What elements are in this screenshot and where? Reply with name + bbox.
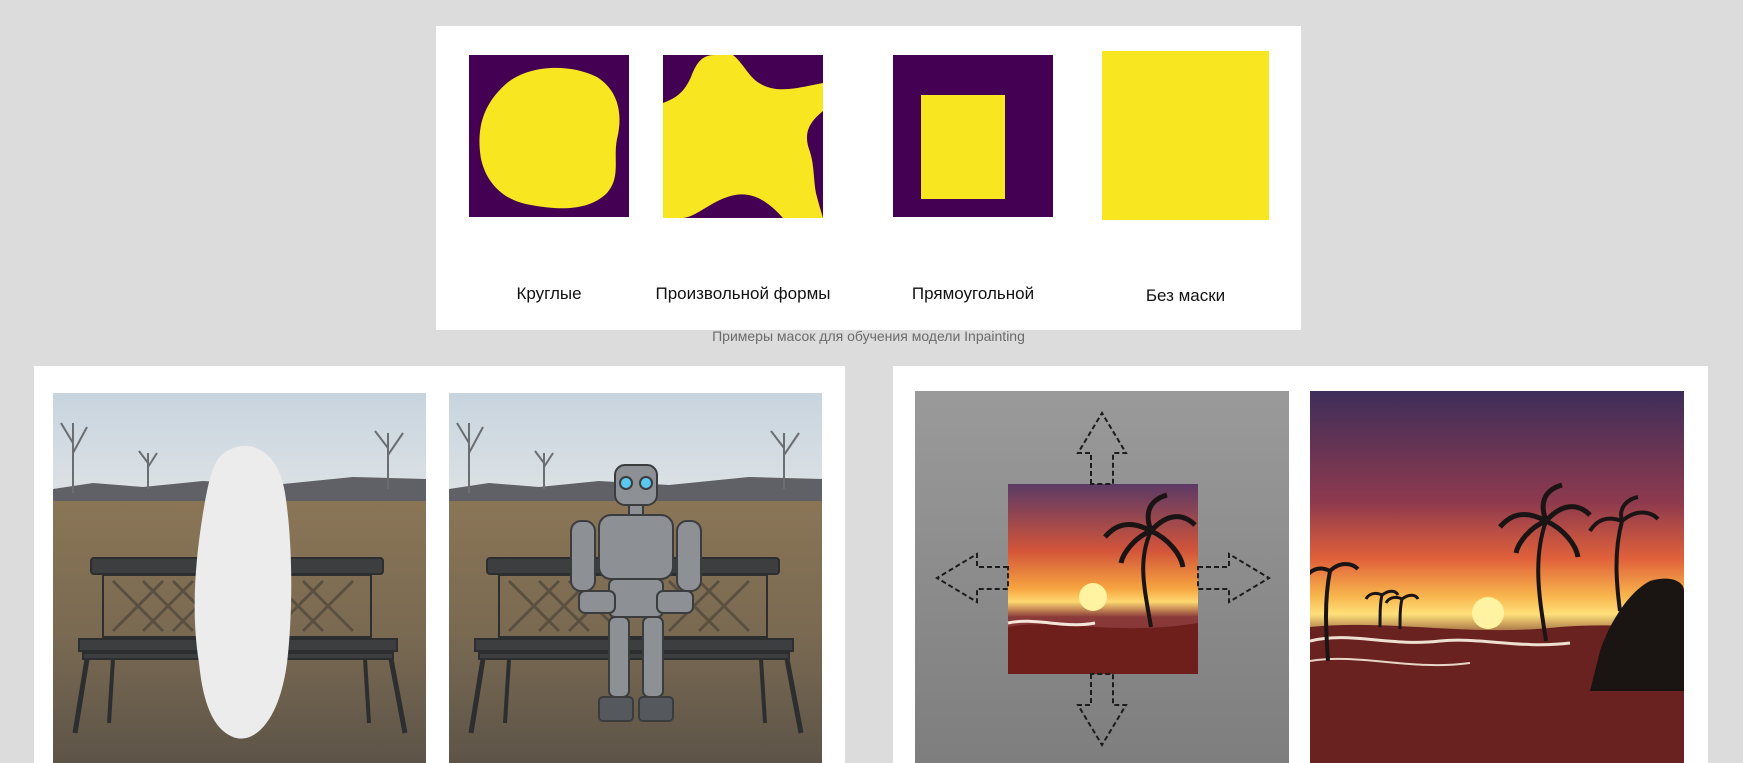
mask-examples-caption: Примеры масок для обучения модели Inpain… [712, 328, 1025, 344]
round-mask-image [469, 55, 629, 217]
arrow-right-icon [1197, 552, 1271, 604]
inpainting-example-panel [34, 366, 845, 763]
sunset-beach-extended-image [1310, 391, 1684, 763]
rectangular-mask-image [893, 55, 1053, 217]
arrow-up-icon [1076, 411, 1128, 485]
rectangular-mask-label: Прямоугольной [911, 284, 1035, 303]
free-form-mask-label: Произвольной формы [655, 284, 831, 303]
arrow-down-icon [1076, 673, 1128, 747]
robot-on-bench-image [449, 393, 822, 763]
outpainting-arrows [935, 411, 1271, 747]
mask-examples-panel: Круглые Произвольной формы Прямоугольной… [436, 26, 1301, 344]
outpainting-example-panel [893, 366, 1708, 763]
arrow-left-icon [935, 552, 1009, 604]
free-form-mask-image [663, 55, 823, 218]
no-mask-image [1102, 51, 1269, 220]
round-mask-label: Круглые [516, 284, 582, 303]
no-mask-label: Без маски [1145, 286, 1226, 305]
slide: Круглые Произвольной формы Прямоугольной… [0, 0, 1743, 763]
bench-with-mask-image [53, 393, 426, 763]
